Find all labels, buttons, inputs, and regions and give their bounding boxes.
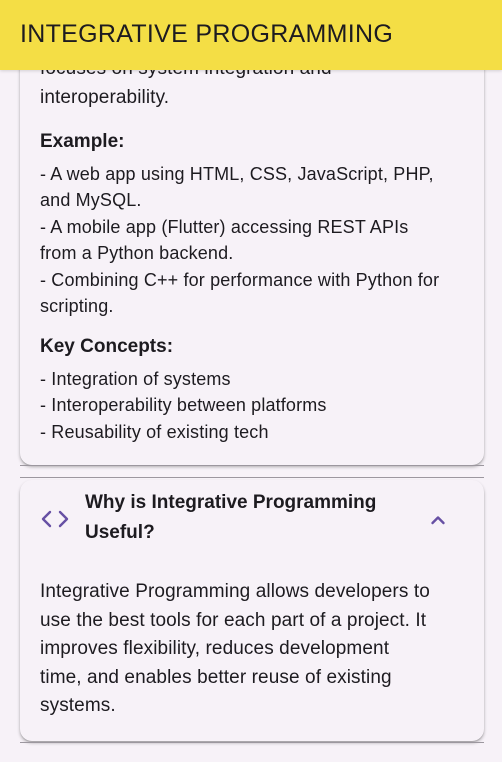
expansion-title: Why is Integrative Programming Useful? <box>85 492 377 543</box>
chevron-up-icon[interactable] <box>426 508 450 532</box>
app-title: INTEGRATIVE PROGRAMMING <box>20 20 394 48</box>
divider <box>20 477 484 478</box>
example-list: - A web app using HTML, CSS, JavaScript,… <box>40 164 440 317</box>
expansion-header-why-useful[interactable]: Why is Integrative Programming Useful? <box>20 480 484 554</box>
code-icon <box>41 510 69 528</box>
scroll-content[interactable]: focuses on system integration and intero… <box>0 0 502 762</box>
key-concepts-heading: Key Concepts: <box>40 336 174 357</box>
example-heading: Example: <box>40 131 125 152</box>
expansion-card-why-useful: Why is Integrative Programming Useful? I… <box>20 480 484 741</box>
app-bar: INTEGRATIVE PROGRAMMING <box>0 0 502 70</box>
why-useful-body: Integrative Programming allows developer… <box>40 581 430 716</box>
divider <box>20 742 484 743</box>
key-concepts-list: - Integration of systems - Interoperabil… <box>40 369 327 442</box>
divider <box>20 465 484 466</box>
